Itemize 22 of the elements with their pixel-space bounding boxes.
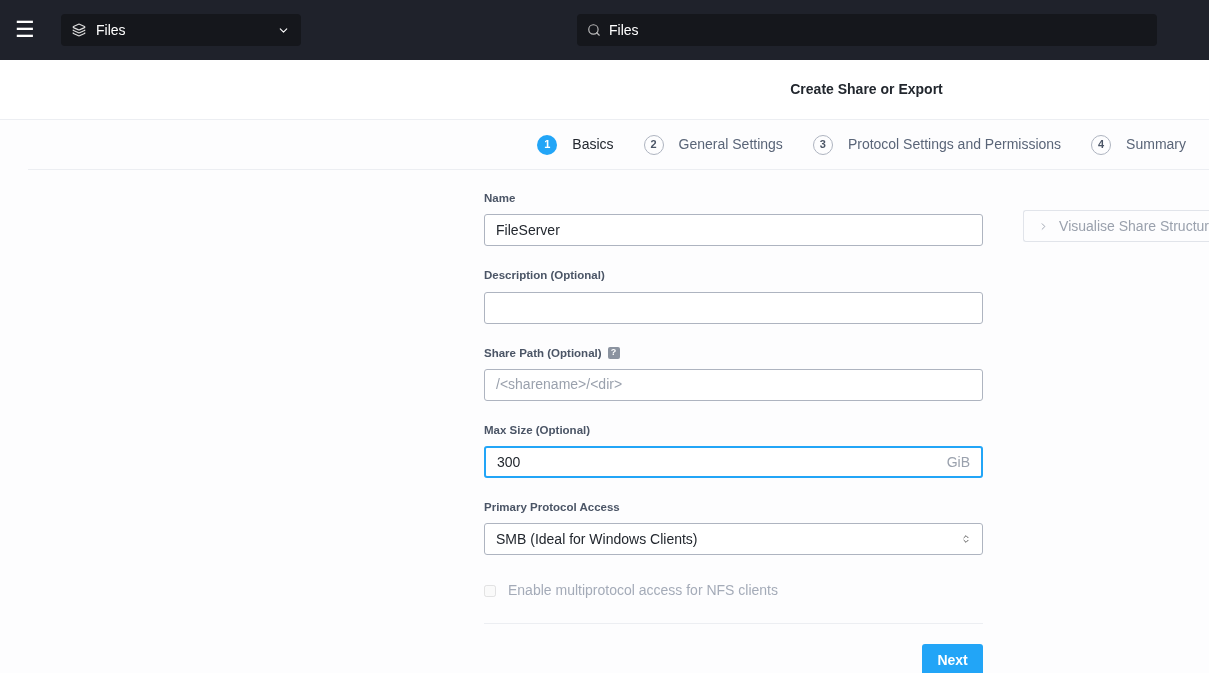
search-field[interactable]: Files bbox=[577, 14, 1157, 46]
field-label: Primary Protocol Access bbox=[484, 500, 620, 515]
search-icon bbox=[587, 23, 601, 37]
page-title: Create Share or Export bbox=[790, 80, 943, 99]
layers-icon bbox=[72, 23, 86, 37]
menu-button[interactable]: ☰ bbox=[15, 19, 35, 41]
unit-label: GiB bbox=[946, 452, 971, 472]
field-label: Share Path (Optional) bbox=[484, 345, 602, 361]
wizard-step[interactable]: 4 Summary bbox=[1091, 134, 1186, 155]
field-label: Name bbox=[484, 191, 516, 206]
input-field[interactable]: 300 GiB bbox=[484, 446, 984, 478]
input-field[interactable]: FileServer bbox=[484, 214, 984, 247]
module-dropdown[interactable]: Files bbox=[61, 14, 301, 46]
wizard-step[interactable]: 3 Protocol Settings and Permissions bbox=[812, 134, 1062, 155]
protocol-select[interactable]: SMB (Ideal for Windows Clients) bbox=[484, 523, 984, 556]
input-field[interactable] bbox=[484, 291, 984, 324]
field-label: Max Size (Optional) bbox=[484, 422, 591, 438]
updown-icon bbox=[961, 534, 972, 545]
checkbox-label: Enable multiprotocol access for NFS clients bbox=[508, 581, 778, 601]
wizard-step[interactable]: 2 General Settings bbox=[643, 134, 783, 155]
field-label: Description (Optional) bbox=[484, 268, 605, 284]
wizard-step[interactable]: 1 Basics bbox=[537, 134, 614, 155]
